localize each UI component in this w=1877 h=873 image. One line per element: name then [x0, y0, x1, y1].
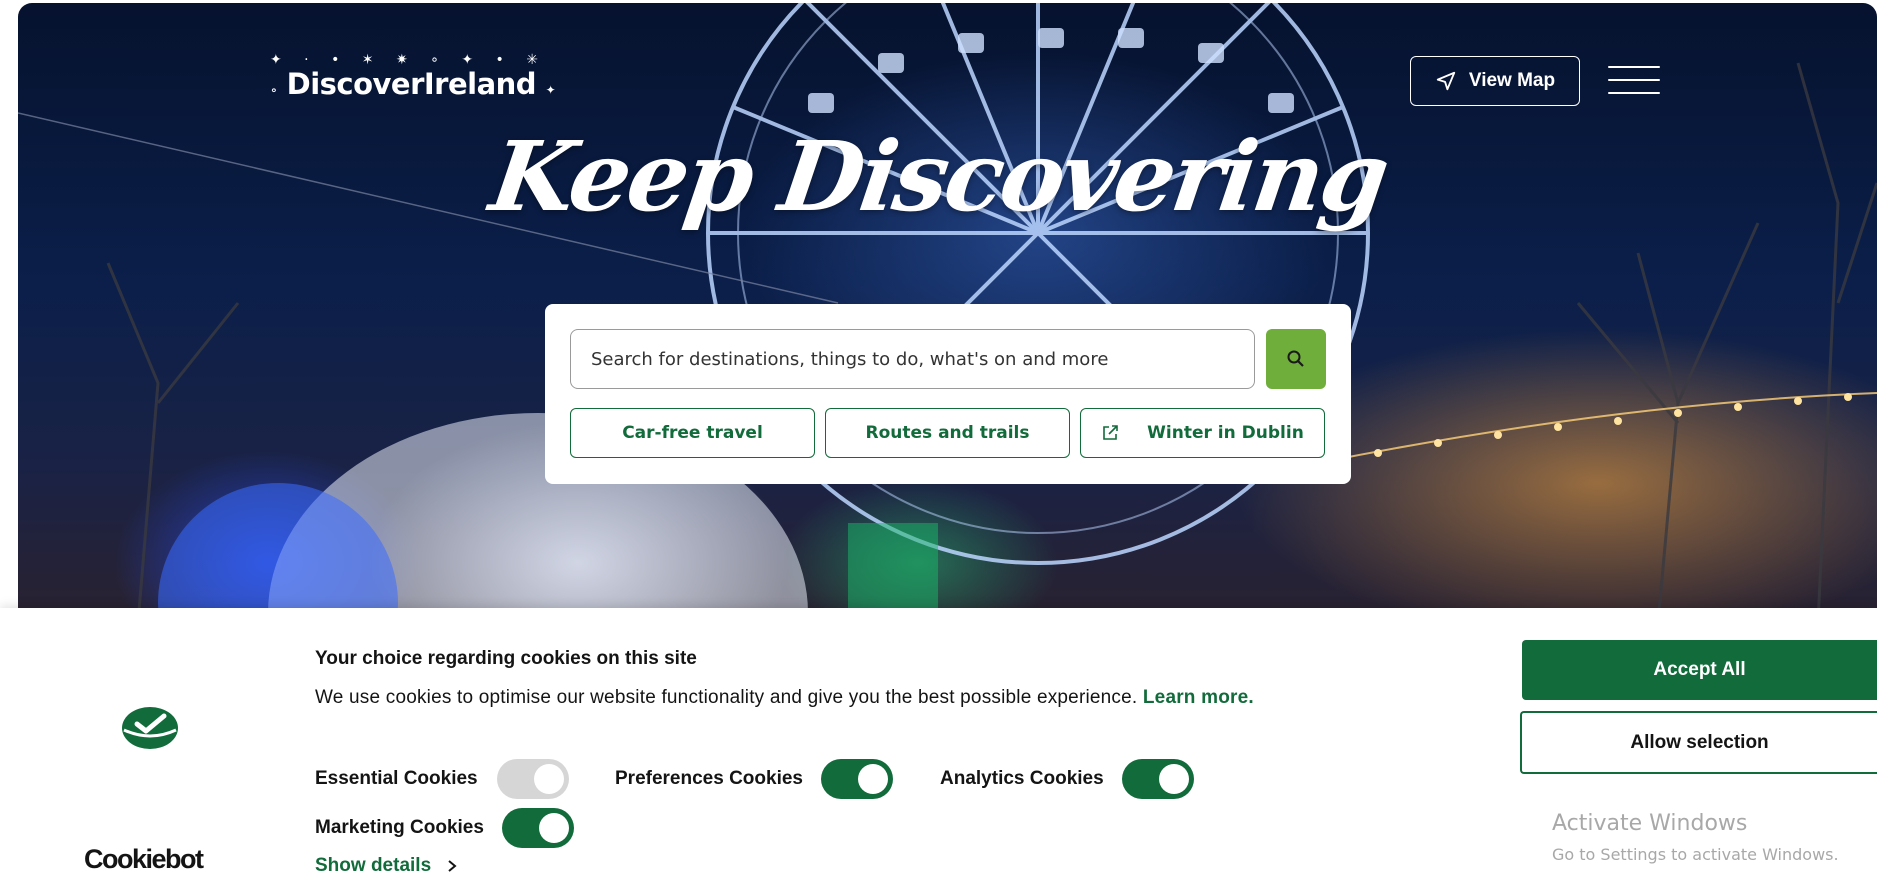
toggle-label-marketing: Marketing Cookies — [315, 817, 484, 838]
windows-activation-subtitle: Go to Settings to activate Windows. — [1552, 845, 1839, 864]
learn-more-link[interactable]: Learn more. — [1143, 687, 1254, 708]
search-icon — [1287, 350, 1304, 367]
view-map-label: View Map — [1468, 70, 1556, 91]
logo-wordmark: ∘ DiscoverIreland ✦ — [270, 67, 556, 101]
toggle-marketing-cookies[interactable] — [502, 808, 574, 848]
hamburger-menu-icon[interactable] — [1608, 66, 1660, 98]
search-card: Search for destinations, things to do, w… — [545, 304, 1351, 484]
show-details-link[interactable]: Show details — [315, 855, 457, 873]
chevron-right-icon — [448, 860, 457, 872]
navigation-arrow-icon — [1436, 71, 1456, 91]
site-logo[interactable]: ✦ · • ✶ ✷ ∘ ✦ • ✳ ∘ DiscoverIreland ✦ — [270, 52, 556, 101]
cookie-description: We use cookies to optimise our website f… — [315, 687, 1254, 708]
view-map-button[interactable]: View Map — [1410, 56, 1580, 106]
chip-routes-and-trails[interactable]: Routes and trails — [825, 408, 1070, 458]
accept-all-button[interactable]: Accept All — [1522, 640, 1877, 700]
chip-winter-in-dublin[interactable]: Winter in Dublin — [1080, 408, 1325, 458]
chip-label: Car-free travel — [622, 423, 763, 443]
chip-car-free-travel[interactable]: Car-free travel — [570, 408, 815, 458]
cookiebot-logo-icon — [122, 707, 178, 749]
logo-stars: ✦ · • ✶ ✷ ∘ ✦ • ✳ — [270, 52, 547, 68]
hero-headline: Keep Discovering — [483, 120, 1393, 233]
toggle-essential-cookies — [497, 759, 569, 799]
search-button[interactable] — [1266, 329, 1326, 389]
toggle-label-analytics: Analytics Cookies — [940, 768, 1104, 789]
toggle-label-preferences: Preferences Cookies — [615, 768, 803, 789]
chip-label: Routes and trails — [865, 423, 1030, 443]
toggle-preferences-cookies[interactable] — [821, 759, 893, 799]
cookiebot-wordmark: Cookiebot — [84, 844, 204, 873]
search-input[interactable]: Search for destinations, things to do, w… — [570, 329, 1255, 389]
cookie-title: Your choice regarding cookies on this si… — [315, 648, 697, 669]
toggle-analytics-cookies[interactable] — [1122, 759, 1194, 799]
external-link-icon — [1103, 425, 1118, 440]
toggle-label-essential: Essential Cookies — [315, 768, 478, 789]
windows-activation-title: Activate Windows — [1552, 811, 1748, 836]
allow-selection-button[interactable]: Allow selection — [1520, 711, 1877, 774]
cookie-consent-banner: Cookiebot Your choice regarding cookies … — [0, 608, 1877, 873]
chip-label: Winter in Dublin — [1147, 423, 1304, 443]
page: ✦ · • ✶ ✷ ∘ ✦ • ✳ ∘ DiscoverIreland ✦ Vi… — [0, 0, 1877, 873]
